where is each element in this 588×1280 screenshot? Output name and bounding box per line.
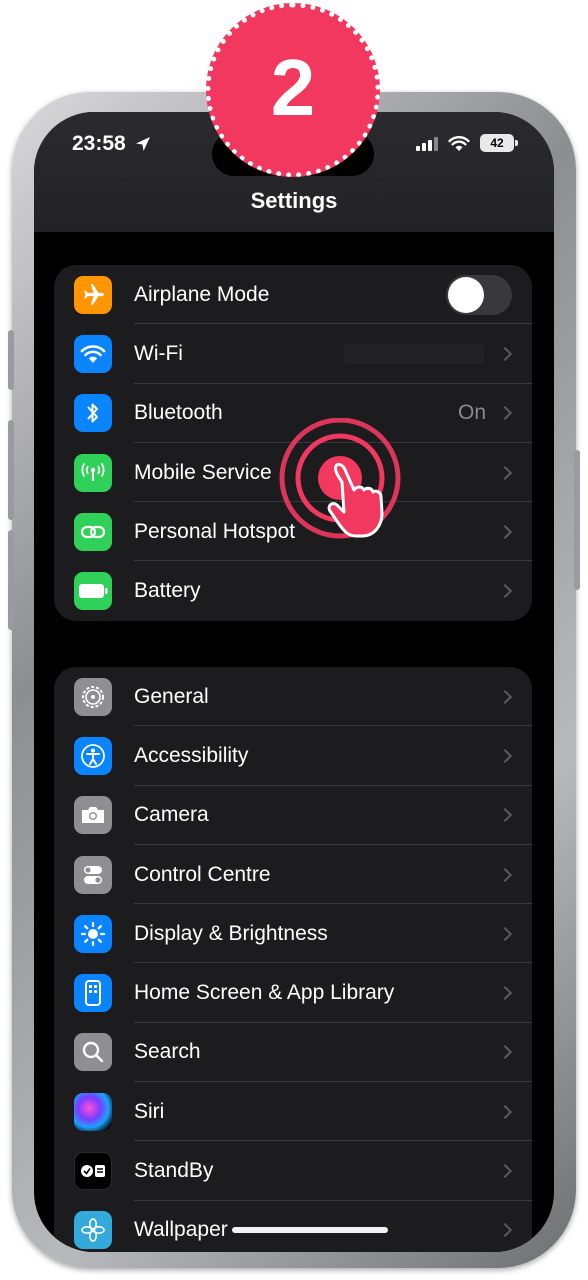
bluetooth-status-value: On: [457, 401, 486, 425]
side-button-volume-up: [8, 420, 14, 520]
row-label: Wi-Fi: [134, 341, 183, 365]
gear-icon: [74, 677, 112, 716]
siri-icon: [74, 1092, 112, 1131]
home-indicator[interactable]: [232, 1227, 388, 1233]
antenna-icon: [74, 453, 112, 492]
row-label: Accessibility: [134, 743, 249, 767]
settings-row-accessibility[interactable]: Accessibility: [54, 726, 532, 786]
chevron-right-icon: [497, 1163, 513, 1179]
row-label: Bluetooth: [134, 401, 223, 425]
location-arrow-icon: [135, 137, 150, 151]
settings-row-siri[interactable]: Siri: [54, 1082, 532, 1142]
toggles-icon: [74, 855, 112, 894]
chevron-right-icon: [497, 808, 513, 823]
chevron-right-icon: [497, 1104, 513, 1119]
row-label: StandBy: [134, 1159, 214, 1183]
row-label: Search: [134, 1040, 201, 1064]
row-label: Mobile Service: [134, 460, 272, 484]
settings-row-wifi[interactable]: Wi-Fi: [54, 324, 532, 384]
chevron-right-icon: [497, 867, 513, 882]
chevron-right-icon: [497, 1223, 513, 1238]
settings-row-search[interactable]: Search: [54, 1023, 532, 1083]
side-button-silent: [8, 330, 14, 390]
camera-icon: [74, 796, 112, 835]
chevron-right-icon: [497, 748, 513, 764]
battery-icon: [74, 572, 112, 611]
row-label: Battery: [134, 579, 201, 603]
standby-icon: [74, 1152, 112, 1191]
accessibility-icon: [74, 736, 112, 775]
side-button-volume-down: [8, 530, 14, 630]
time-text: 23:58: [72, 132, 126, 155]
row-label: Display & Brightness: [134, 921, 328, 945]
settings-row-control-centre[interactable]: Control Centre: [54, 845, 532, 905]
wifi-icon: [74, 334, 112, 373]
page-title: Settings: [250, 188, 338, 213]
chevron-right-icon: [497, 346, 513, 362]
tap-hand-icon: [279, 418, 401, 539]
airplane-mode-toggle[interactable]: [446, 274, 512, 315]
wifi-status-icon: [448, 135, 470, 151]
sun-icon: [74, 914, 112, 953]
magnifier-icon: [74, 1033, 112, 1072]
settings-row-camera[interactable]: Camera: [54, 786, 532, 845]
link-icon: [74, 512, 112, 551]
side-button-power: [574, 450, 580, 590]
flower-icon: [74, 1211, 112, 1250]
row-label: General: [134, 684, 209, 708]
row-label: Wallpaper: [134, 1218, 228, 1242]
step-number-badge: 2: [206, 3, 380, 177]
row-label: Home Screen & App Library: [134, 981, 395, 1005]
cellular-signal-icon: [416, 135, 438, 151]
chevron-right-icon: [497, 1045, 513, 1060]
phone-grid-icon: [74, 974, 112, 1013]
battery-status-icon: 42: [480, 134, 518, 152]
row-label: Camera: [134, 803, 209, 827]
row-label: Control Centre: [134, 862, 271, 886]
chevron-right-icon: [497, 584, 513, 599]
chevron-right-icon: [497, 689, 513, 704]
settings-group-general: General Accessibility Camera Control Cen…: [54, 667, 532, 1252]
row-label: Personal Hotspot: [134, 519, 296, 543]
row-label: Siri: [134, 1099, 165, 1123]
phone-screen: 23:58 42 Settings Airplane Mode Wi-Fi Bl…: [34, 112, 554, 1252]
settings-row-general[interactable]: General: [54, 667, 532, 727]
settings-row-standby[interactable]: StandBy: [54, 1141, 532, 1201]
toggle-knob: [448, 276, 484, 313]
chevron-right-icon: [497, 926, 513, 941]
status-time: 23:58: [72, 132, 152, 156]
row-label: Airplane Mode: [134, 282, 270, 306]
chevron-right-icon: [497, 406, 513, 421]
chevron-right-icon: [497, 524, 513, 539]
status-indicators: 42: [416, 134, 518, 152]
settings-row-home-screen[interactable]: Home Screen & App Library: [54, 963, 532, 1023]
wifi-network-name-redacted: [344, 343, 484, 364]
settings-row-display-brightness[interactable]: Display & Brightness: [54, 904, 532, 964]
chevron-right-icon: [497, 986, 513, 1001]
chevron-right-icon: [497, 465, 513, 480]
settings-row-airplane-mode[interactable]: Airplane Mode: [54, 265, 532, 325]
bluetooth-icon: [74, 394, 112, 433]
settings-row-battery[interactable]: Battery: [54, 561, 532, 620]
airplane-icon: [74, 275, 112, 314]
